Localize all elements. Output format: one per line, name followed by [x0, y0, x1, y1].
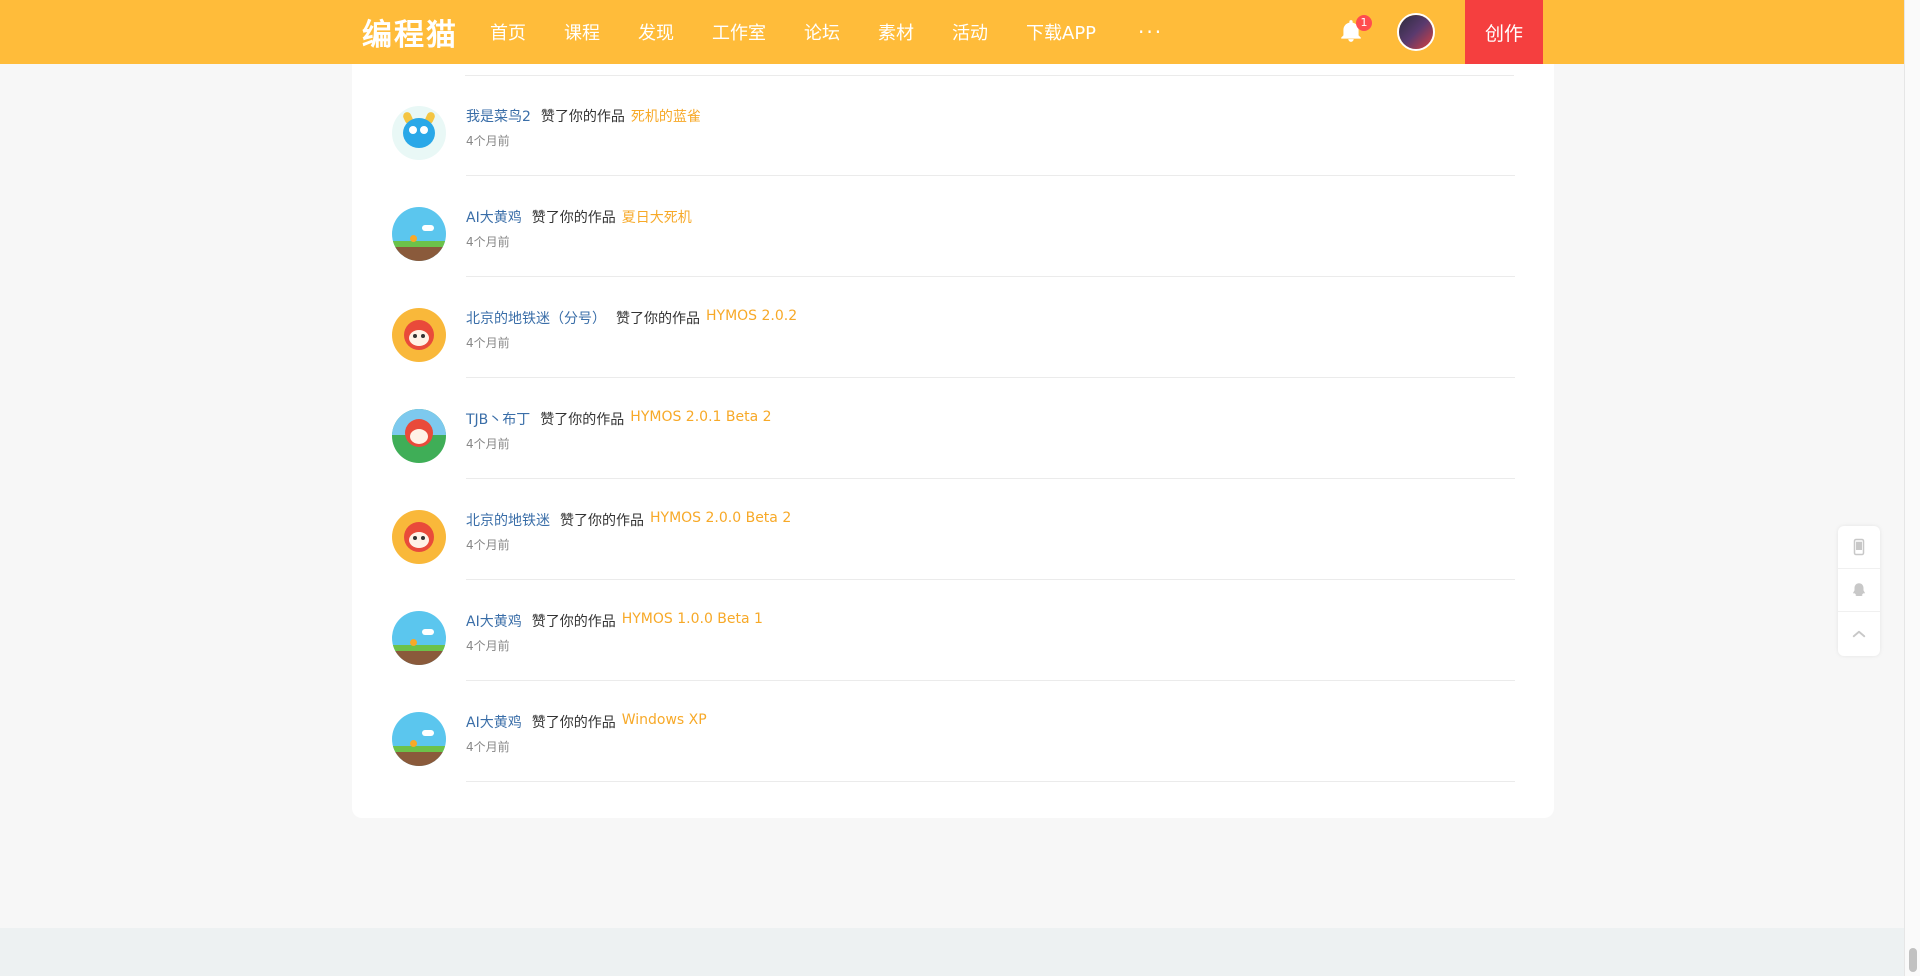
user-avatar[interactable] [392, 611, 446, 665]
nav-item-studio[interactable]: 工作室 [712, 19, 766, 45]
action-text: 赞了你的作品 [540, 412, 625, 428]
work-link[interactable]: Windows XP [622, 712, 707, 732]
user-link[interactable]: AI大黄鸡 [466, 207, 522, 227]
user-avatar[interactable] [392, 207, 446, 261]
work-link[interactable]: HYMOS 2.0.0 Beta 2 [650, 510, 791, 530]
work-link[interactable]: HYMOS 2.0.1 Beta 2 [630, 409, 771, 429]
side-toolbar [1838, 526, 1880, 656]
user-link[interactable]: AI大黄鸡 [466, 712, 522, 732]
work-link[interactable]: 死机的蓝雀 [631, 106, 701, 126]
user-avatar[interactable] [392, 712, 446, 766]
nav-item-activities[interactable]: 活动 [952, 19, 988, 45]
user-link[interactable]: 北京的地铁迷 [466, 510, 550, 530]
timestamp: 4个月前 [466, 639, 510, 653]
list-item: 我是菜鸟2 赞了你的作品 死机的蓝雀 4个月前 [352, 75, 1554, 176]
user-avatar[interactable] [392, 409, 446, 463]
work-link[interactable]: 夏日大死机 [622, 207, 692, 227]
user-avatar[interactable] [1397, 13, 1435, 51]
qq-icon[interactable] [1838, 569, 1880, 612]
list-item: AI大黄鸡 赞了你的作品 Windows XP 4个月前 [352, 681, 1554, 782]
phone-icon[interactable] [1838, 526, 1880, 569]
timestamp: 4个月前 [466, 437, 510, 451]
notification-badge: 1 [1356, 15, 1372, 31]
nav-item-home[interactable]: 首页 [490, 19, 526, 45]
site-logo[interactable]: 编程猫 [362, 12, 458, 53]
timestamp: 4个月前 [466, 740, 510, 754]
timestamp: 4个月前 [466, 134, 510, 148]
action-text: 赞了你的作品 [616, 311, 700, 327]
user-link[interactable]: AI大黄鸡 [466, 611, 522, 631]
work-link[interactable]: HYMOS 1.0.0 Beta 1 [622, 611, 763, 631]
action-text: 赞了你的作品 [531, 715, 616, 731]
action-text: 赞了你的作品 [531, 614, 616, 630]
list-item: 北京的地铁迷（分号） 赞了你的作品 HYMOS 2.0.2 4个月前 [352, 277, 1554, 378]
nav-item-forum[interactable]: 论坛 [804, 19, 840, 45]
list-item: AI大黄鸡 赞了你的作品 HYMOS 1.0.0 Beta 1 4个月前 [352, 580, 1554, 681]
top-header: 编程猫 首页 课程 发现 工作室 论坛 素材 活动 下载APP ··· 1 创作 [0, 0, 1904, 64]
user-avatar[interactable] [392, 308, 446, 362]
main-nav: 首页 课程 发现 工作室 论坛 素材 活动 下载APP ··· [490, 0, 1201, 64]
nav-item-assets[interactable]: 素材 [878, 19, 914, 45]
timestamp: 4个月前 [466, 336, 510, 350]
action-text: 赞了你的作品 [560, 513, 644, 529]
list-item: 北京的地铁迷 赞了你的作品 HYMOS 2.0.0 Beta 2 4个月前 [352, 479, 1554, 580]
page-footer [0, 928, 1904, 976]
more-menu-icon[interactable]: ··· [1138, 20, 1163, 44]
list-item: TJB丶布丁 赞了你的作品 HYMOS 2.0.1 Beta 2 4个月前 [352, 378, 1554, 479]
user-avatar[interactable] [392, 510, 446, 564]
user-avatar[interactable] [392, 106, 446, 160]
create-button[interactable]: 创作 [1465, 0, 1543, 64]
action-text: 赞了你的作品 [531, 210, 616, 226]
notification-list-card: 我是菜鸟2 赞了你的作品 死机的蓝雀 4个月前 AI大黄鸡 赞了你的作品 夏日大死机 4… [352, 64, 1554, 818]
user-link[interactable]: 我是菜鸟2 [466, 106, 531, 126]
nav-item-download-app[interactable]: 下载APP [1026, 19, 1096, 45]
nav-item-courses[interactable]: 课程 [564, 19, 600, 45]
timestamp: 4个月前 [466, 235, 510, 249]
notification-bell-icon[interactable]: 1 [1338, 15, 1372, 46]
vertical-scrollbar[interactable] [1904, 0, 1920, 976]
timestamp: 4个月前 [466, 538, 510, 552]
nav-item-discover[interactable]: 发现 [638, 19, 674, 45]
work-link[interactable]: HYMOS 2.0.2 [706, 308, 797, 328]
action-text: 赞了你的作品 [540, 109, 625, 125]
list-item: AI大黄鸡 赞了你的作品 夏日大死机 4个月前 [352, 176, 1554, 277]
divider [466, 781, 1515, 782]
user-link[interactable]: 北京的地铁迷（分号） [466, 308, 606, 328]
scrollbar-thumb[interactable] [1909, 948, 1917, 972]
back-to-top-icon[interactable] [1838, 612, 1880, 655]
user-link[interactable]: TJB丶布丁 [466, 409, 530, 429]
